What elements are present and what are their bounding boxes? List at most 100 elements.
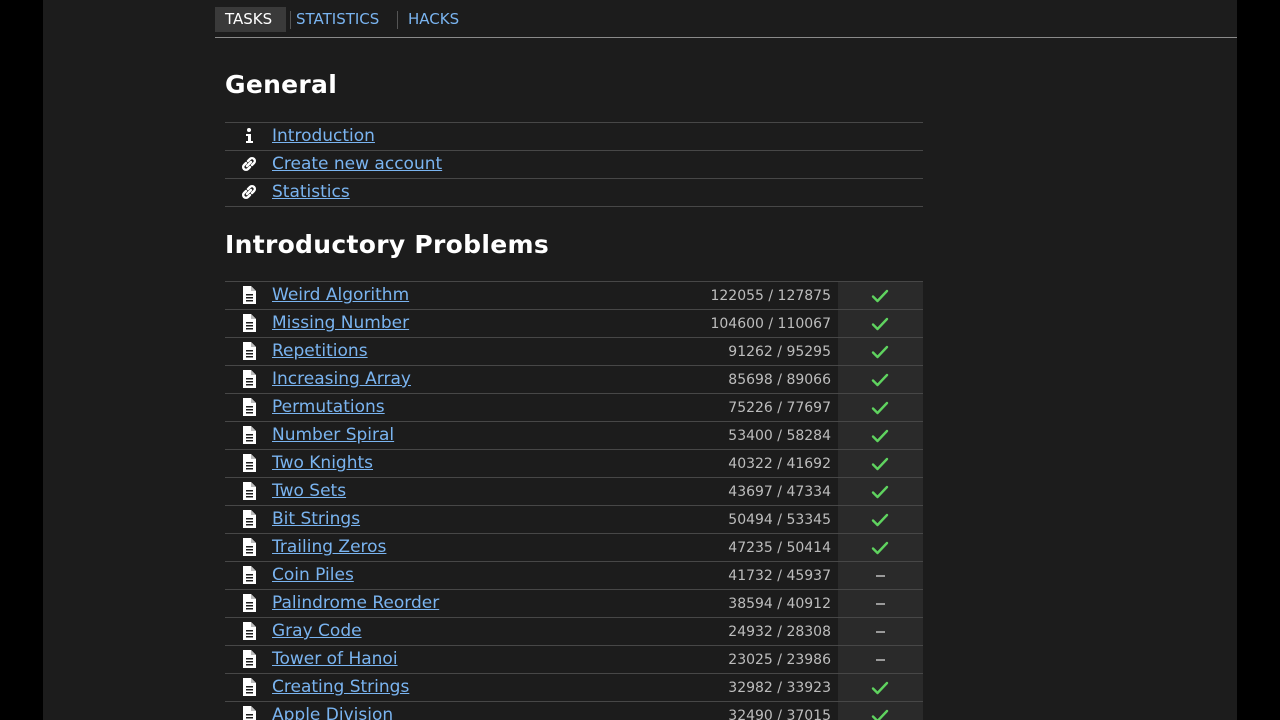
dash-icon [876, 659, 885, 661]
problem-link[interactable]: Tower of Hanoi [272, 649, 398, 669]
attempted-count: 77697 [786, 400, 831, 416]
solve-count: 104600 / 110067 [710, 316, 831, 332]
problem-link[interactable]: Weird Algorithm [272, 285, 409, 305]
count-separator: / [772, 624, 787, 640]
table-row[interactable]: Two Sets 43697 / 47334 [225, 477, 923, 505]
solved-count: 47235 [728, 540, 773, 556]
table-row[interactable]: Increasing Array 85698 / 89066 [225, 365, 923, 393]
status-cell [838, 562, 923, 589]
dash-icon [876, 631, 885, 633]
problem-list: Weird Algorithm 122055 / 127875 Missing Nu… [225, 281, 923, 720]
table-row[interactable]: Apple Division 32490 / 37015 [225, 701, 923, 720]
problem-link[interactable]: Increasing Array [272, 369, 411, 389]
attempted-count: 50414 [786, 540, 831, 556]
solve-count: 38594 / 40912 [728, 596, 831, 612]
attempted-count: 110067 [777, 316, 831, 332]
solved-count: 32982 [728, 680, 773, 696]
problem-link[interactable]: Gray Code [272, 621, 362, 641]
table-row[interactable]: Creating Strings 32982 / 33923 [225, 673, 923, 701]
table-row[interactable]: Trailing Zeros 47235 / 50414 [225, 533, 923, 561]
count-separator: / [772, 680, 787, 696]
count-separator: / [772, 708, 787, 720]
solve-count: 47235 / 50414 [728, 540, 831, 556]
solved-count: 43697 [728, 484, 773, 500]
problem-link[interactable]: Creating Strings [272, 677, 409, 697]
attempted-count: 33923 [786, 680, 831, 696]
status-cell [838, 422, 923, 449]
count-separator: / [763, 288, 778, 304]
count-separator: / [763, 316, 778, 332]
general-link-create-account[interactable]: Create new account [272, 154, 442, 174]
status-cell [838, 366, 923, 393]
table-row[interactable]: Gray Code 24932 / 28308 [225, 617, 923, 645]
solved-count: 85698 [728, 372, 773, 388]
attempted-count: 53345 [786, 512, 831, 528]
table-row[interactable]: Weird Algorithm 122055 / 127875 [225, 281, 923, 309]
document-icon [241, 426, 257, 444]
page-content: TASKS STATISTICS HACKS General Introduct… [43, 0, 1237, 720]
list-item[interactable]: Create new account [225, 150, 923, 178]
problem-link[interactable]: Two Knights [272, 453, 373, 473]
problem-link[interactable]: Bit Strings [272, 509, 360, 529]
link-icon [241, 183, 257, 201]
solve-count: 41732 / 45937 [728, 568, 831, 584]
section-title-introductory: Introductory Problems [225, 230, 549, 259]
problem-link[interactable]: Coin Piles [272, 565, 354, 585]
solved-count: 40322 [728, 456, 773, 472]
list-item[interactable]: Introduction [225, 122, 923, 150]
solved-count: 122055 [710, 288, 764, 304]
status-cell [838, 394, 923, 421]
problem-link[interactable]: Repetitions [272, 341, 368, 361]
count-separator: / [772, 540, 787, 556]
status-cell [838, 646, 923, 673]
tab-statistics[interactable]: STATISTICS [286, 7, 389, 32]
general-link-introduction[interactable]: Introduction [272, 126, 375, 146]
document-icon [241, 314, 257, 332]
status-cell [838, 282, 923, 309]
document-icon [241, 454, 257, 472]
problem-link[interactable]: Palindrome Reorder [272, 593, 439, 613]
table-row[interactable]: Bit Strings 50494 / 53345 [225, 505, 923, 533]
table-row[interactable]: Number Spiral 53400 / 58284 [225, 421, 923, 449]
problem-link[interactable]: Number Spiral [272, 425, 394, 445]
solve-count: 122055 / 127875 [710, 288, 831, 304]
document-icon [241, 622, 257, 640]
problem-link[interactable]: Permutations [272, 397, 385, 417]
list-item[interactable]: Statistics [225, 178, 923, 207]
table-row[interactable]: Coin Piles 41732 / 45937 [225, 561, 923, 589]
problem-link[interactable]: Missing Number [272, 313, 409, 333]
document-icon [241, 370, 257, 388]
count-separator: / [772, 596, 787, 612]
table-row[interactable]: Palindrome Reorder 38594 / 40912 [225, 589, 923, 617]
table-row[interactable]: Tower of Hanoi 23025 / 23986 [225, 645, 923, 673]
table-row[interactable]: Permutations 75226 / 77697 [225, 393, 923, 421]
count-separator: / [772, 456, 787, 472]
status-cell [838, 478, 923, 505]
document-icon [241, 510, 257, 528]
solve-count: 32982 / 33923 [728, 680, 831, 696]
tab-hacks[interactable]: HACKS [398, 7, 469, 32]
problem-link[interactable]: Two Sets [272, 481, 346, 501]
solve-count: 75226 / 77697 [728, 400, 831, 416]
problem-link[interactable]: Apple Division [272, 705, 393, 720]
solved-count: 91262 [728, 344, 773, 360]
status-cell [838, 702, 923, 720]
dash-icon [876, 603, 885, 605]
tab-tasks[interactable]: TASKS [215, 7, 286, 32]
attempted-count: 41692 [786, 456, 831, 472]
table-row[interactable]: Two Knights 40322 / 41692 [225, 449, 923, 477]
count-separator: / [772, 400, 787, 416]
solved-count: 50494 [728, 512, 773, 528]
solve-count: 32490 / 37015 [728, 708, 831, 720]
link-icon [241, 155, 257, 173]
general-link-statistics[interactable]: Statistics [272, 182, 350, 202]
attempted-count: 95295 [786, 344, 831, 360]
solve-count: 85698 / 89066 [728, 372, 831, 388]
attempted-count: 45937 [786, 568, 831, 584]
table-row[interactable]: Repetitions 91262 / 95295 [225, 337, 923, 365]
solved-count: 23025 [728, 652, 773, 668]
table-row[interactable]: Missing Number 104600 / 110067 [225, 309, 923, 337]
problem-link[interactable]: Trailing Zeros [272, 537, 386, 557]
solve-count: 23025 / 23986 [728, 652, 831, 668]
solve-count: 24932 / 28308 [728, 624, 831, 640]
